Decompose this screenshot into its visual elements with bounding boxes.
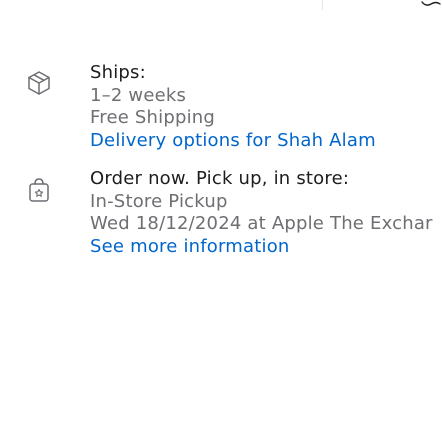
divider	[322, 0, 323, 10]
pickup-info: Order now. Pick up, in store: In-Store P…	[90, 168, 433, 258]
shipping-info: Ships: 1–2 weeks Free Shipping Delivery …	[90, 62, 376, 152]
partial-icon	[421, 1, 441, 6]
pickup-date-location: Wed 18/12/2024 at Apple The Exchar	[90, 213, 433, 235]
box-icon	[28, 71, 50, 95]
pickup-label: Order now. Pick up, in store:	[90, 168, 350, 189]
shopping-bag-icon	[29, 178, 49, 202]
pickup-method: In-Store Pickup	[90, 190, 228, 212]
see-more-information-link[interactable]: See more information	[90, 236, 433, 259]
ships-label: Ships:	[90, 62, 146, 83]
product-availability-panel: Ships: 1–2 weeks Free Shipping Delivery …	[0, 0, 442, 442]
shipping-cost: Free Shipping	[90, 107, 216, 129]
ships-timeframe: 1–2 weeks	[90, 84, 187, 106]
delivery-options-link[interactable]: Delivery options for Shah Alam	[90, 130, 376, 153]
